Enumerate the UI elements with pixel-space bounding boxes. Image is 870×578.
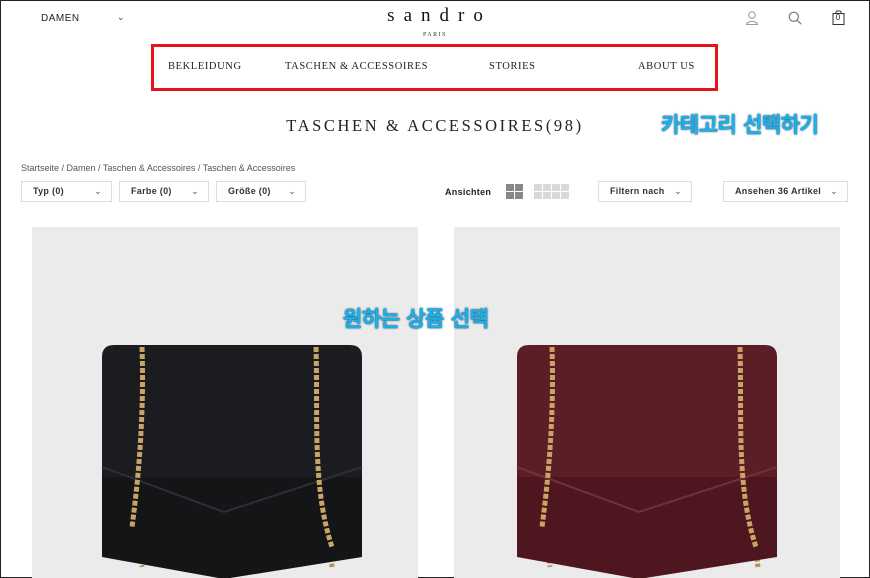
items-per-page-label: Ansehen 36 Artikel — [735, 186, 822, 196]
chevron-down-icon: ⌄ — [674, 186, 682, 196]
bag-icon[interactable]: 0 — [831, 9, 847, 25]
filter-type-dropdown[interactable]: Typ (0) ⌄ — [21, 181, 112, 202]
bag-count: 0 — [835, 13, 841, 22]
product-image-burgundy-bag — [516, 345, 778, 578]
chevron-down-icon: ⌄ — [94, 186, 102, 196]
annotation-product: 원하는 상품 선택 — [343, 307, 489, 331]
brand-logo[interactable]: sandro — [1, 5, 869, 27]
chevron-down-icon: ⌄ — [830, 186, 838, 196]
filter-type-label: Typ (0) — [33, 186, 64, 196]
annotation-highlight-box — [151, 44, 718, 91]
product-image-black-bag — [101, 345, 363, 578]
user-icon[interactable] — [744, 10, 760, 26]
header: DAMEN ⌄ sandro PARIS 0 — [1, 1, 869, 41]
search-icon[interactable] — [787, 10, 803, 26]
filter-size-dropdown[interactable]: Größe (0) ⌄ — [216, 181, 306, 202]
product-card[interactable] — [454, 227, 840, 578]
annotation-category: 카테고리 선택하기 — [661, 113, 819, 137]
items-per-page-dropdown[interactable]: Ansehen 36 Artikel ⌄ — [723, 181, 848, 202]
sort-label: Filtern nach — [610, 186, 665, 196]
grid-4-view-icon[interactable] — [534, 184, 571, 200]
filter-color-dropdown[interactable]: Farbe (0) ⌄ — [119, 181, 209, 202]
filter-size-label: Größe (0) — [228, 186, 271, 196]
chevron-down-icon: ⌄ — [191, 186, 199, 196]
view-label: Ansichten — [445, 187, 492, 197]
sort-dropdown[interactable]: Filtern nach ⌄ — [598, 181, 692, 202]
brand-logo-sub: PARIS — [423, 32, 447, 38]
grid-2-view-icon[interactable] — [506, 184, 523, 200]
product-card[interactable] — [32, 227, 418, 578]
filter-color-label: Farbe (0) — [131, 186, 172, 196]
chevron-down-icon: ⌄ — [288, 186, 296, 196]
breadcrumb[interactable]: Startseite / Damen / Taschen & Accessoir… — [21, 163, 295, 173]
